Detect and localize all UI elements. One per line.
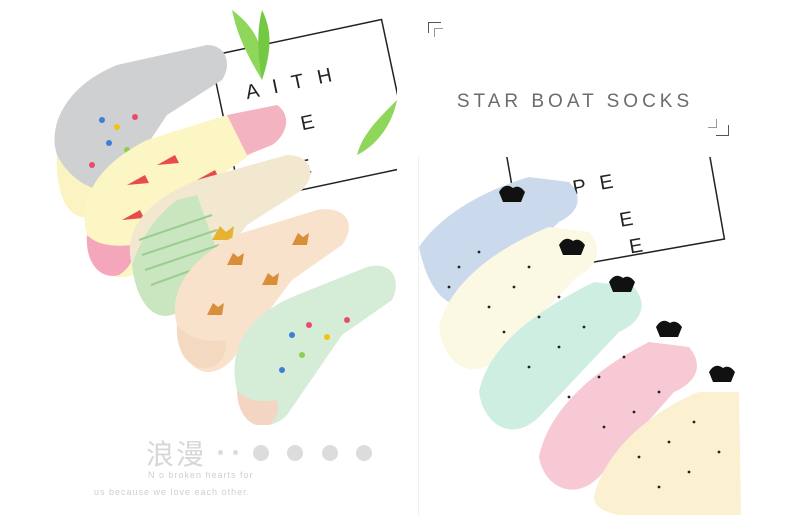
dot-icon (233, 450, 239, 456)
corner-bracket-top-left-inner (434, 28, 443, 37)
product-photo-animal-print-socks: AITH PE E (47, 5, 397, 425)
circle-icon (321, 444, 338, 461)
corner-bracket-bottom-right (716, 125, 729, 136)
watermark-text-line-2: us because we love each other. (94, 487, 251, 497)
circle-icon (356, 444, 373, 461)
dot-icon (218, 450, 223, 456)
watermark-characters: 浪漫 (146, 438, 207, 471)
socks-illustration-left: AITH PE E (54, 10, 397, 425)
corner-bracket-bottom-right-inner (708, 119, 717, 128)
watermark-text-line-1: N o broken hearts for (148, 470, 254, 480)
circle-icon (287, 444, 304, 461)
product-photo-cat-dot-socks: OPE E E (418, 157, 741, 515)
watermark-dots (218, 444, 386, 466)
brand-title: STAR BOAT SOCKS (456, 91, 694, 112)
socks-illustration-right: OPE E E (419, 157, 741, 515)
circle-icon (252, 444, 269, 461)
